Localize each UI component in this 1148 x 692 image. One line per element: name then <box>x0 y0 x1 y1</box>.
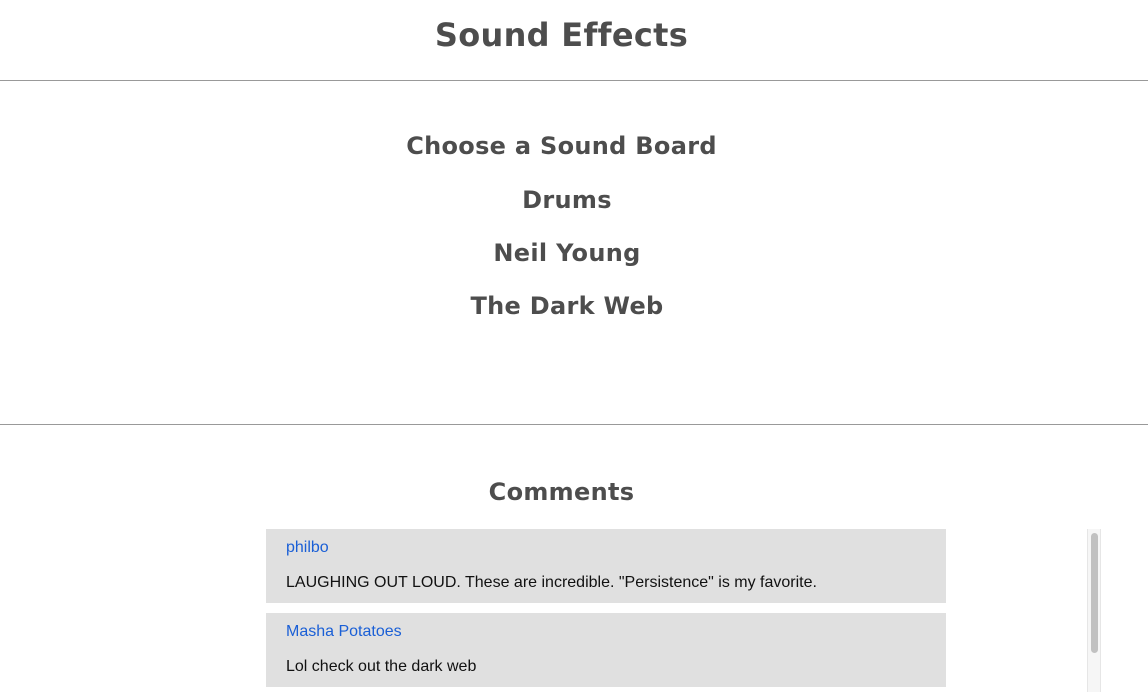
comment-author-link[interactable]: philbo <box>286 539 926 557</box>
comments-scrollbar[interactable] <box>1087 529 1101 692</box>
section-divider <box>0 424 1148 425</box>
board-link-neil-young[interactable]: Neil Young <box>0 240 1134 266</box>
header-divider <box>0 80 1148 81</box>
comment-item: philbo LAUGHING OUT LOUD. These are incr… <box>266 529 946 603</box>
comment-item: Masha Potatoes Lol check out the dark we… <box>266 613 946 687</box>
comments-heading: Comments <box>488 478 635 506</box>
page: Sound Effects Choose a Sound Board Drums… <box>0 0 1148 692</box>
comment-author-link[interactable]: Masha Potatoes <box>286 623 926 641</box>
sound-board-menu: Choose a Sound Board Drums Neil Young Th… <box>0 133 1134 346</box>
board-link-drums[interactable]: Drums <box>0 187 1134 213</box>
comments-list: philbo LAUGHING OUT LOUD. These are incr… <box>266 529 946 692</box>
board-link-the-dark-web[interactable]: The Dark Web <box>0 293 1134 319</box>
scrollbar-thumb[interactable] <box>1091 533 1098 653</box>
comment-text: Lol check out the dark web <box>286 658 477 675</box>
sound-board-heading: Choose a Sound Board <box>406 132 717 160</box>
page-title: Sound Effects <box>434 16 689 54</box>
comment-text: LAUGHING OUT LOUD. These are incredible.… <box>286 574 817 591</box>
